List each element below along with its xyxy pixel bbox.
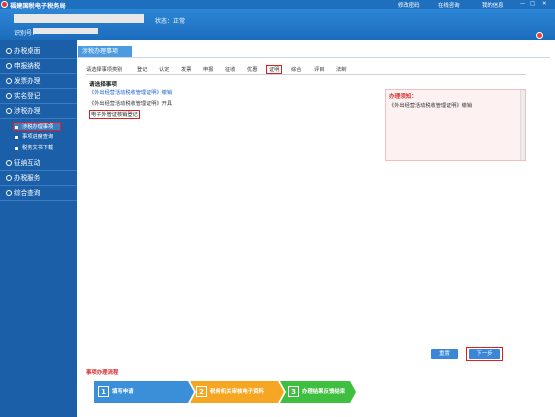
notice-text: 《外出经营活动税收管理证明》缴销 <box>389 103 473 109</box>
change-password-link[interactable]: 修改密码 <box>398 1 420 9</box>
bullet-icon <box>15 136 18 139</box>
tab-preferential[interactable]: 优惠 <box>247 66 257 73</box>
minimize-icon[interactable]: — <box>520 1 525 7</box>
declare-icon <box>6 63 12 69</box>
item-certificate-issue[interactable]: 《外出经营活动税收管理证明》开具 <box>89 100 172 107</box>
tab-divider <box>78 57 550 58</box>
my-info-link[interactable]: 我的信息 <box>482 1 504 9</box>
query-icon <box>6 190 12 196</box>
category-divider <box>86 74 526 75</box>
sidebar-item-interaction[interactable]: 征纳互动 <box>0 156 77 171</box>
maximize-icon[interactable]: □ <box>530 1 535 7</box>
notice-title: 办理须知： <box>389 94 417 100</box>
online-consult-link[interactable]: 在线咨询 <box>438 1 460 9</box>
bullet-icon <box>15 147 18 150</box>
tab-registration[interactable]: 登记 <box>137 66 147 73</box>
flow-step-3: 3 办理结果反馈结束 <box>284 381 345 403</box>
account-status: 状态：正常 <box>155 18 186 25</box>
taxpayer-name-redacted <box>14 14 144 23</box>
realname-icon <box>6 93 12 99</box>
tab-invoice[interactable]: 发票 <box>181 66 191 73</box>
close-icon[interactable]: ✕ <box>542 1 547 7</box>
item-certificate-cancel[interactable]: 《外出经营活动税收管理证明》缴销 <box>89 89 172 96</box>
sidebar-item-declare[interactable]: 申报纳税 <box>0 59 77 74</box>
invoice-icon <box>6 78 12 84</box>
tax-affairs-icon <box>6 108 12 114</box>
top-bar: 福建国税电子税务局 修改密码 在线咨询 我的信息 — □ ✕ <box>0 0 555 10</box>
tax-logo-icon <box>1 1 8 8</box>
user-header: 状态：正常 识别号： <box>0 9 555 40</box>
bullet-icon <box>15 126 18 129</box>
tab-evaluation[interactable]: 评目 <box>314 66 324 73</box>
reset-button[interactable]: 重置 <box>431 349 458 359</box>
sidebar-item-query[interactable]: 综合查询 <box>0 186 77 201</box>
sub-item-tax-matters[interactable]: 涉税办理事项 <box>13 122 61 131</box>
sidebar: 办税桌面 申报纳税 发票办理 实名登记 涉税办理 涉税办理事项 事项进度查询 税… <box>0 40 77 417</box>
flow-step-1: 1 填写申请 <box>94 381 134 403</box>
tab-certificate[interactable]: 证明 <box>266 65 283 74</box>
select-heading: 请选择事项 <box>89 82 117 88</box>
notification-icon[interactable] <box>536 32 543 39</box>
tab-declaration[interactable]: 申报 <box>203 66 213 73</box>
tab-certification[interactable]: 认定 <box>159 66 169 73</box>
flow-step-2: 2 税务机关审核电子资料 <box>192 381 264 403</box>
sub-item-doc-download[interactable]: 税务文书下载 <box>14 144 53 153</box>
tab-tax-matters[interactable]: 涉税办理事项 <box>78 46 132 57</box>
tab-comprehensive[interactable]: 综合 <box>291 66 301 73</box>
home-icon <box>6 48 12 54</box>
sidebar-item-service[interactable]: 办税服务 <box>0 171 77 186</box>
interaction-icon <box>6 160 12 166</box>
service-icon <box>6 175 12 181</box>
tab-legal[interactable]: 法制 <box>336 66 346 73</box>
sidebar-item-realname[interactable]: 实名登记 <box>0 89 77 104</box>
category-label: 请选择事项类别 <box>86 67 123 73</box>
next-button[interactable]: 下一步 <box>469 349 500 359</box>
notice-scrollbar[interactable] <box>520 90 525 160</box>
sidebar-item-tax-affairs[interactable]: 涉税办理 <box>0 104 77 119</box>
flow-title: 事项办理流程 <box>86 370 119 376</box>
notice-panel: 办理须知： 《外出经营活动税收管理证明》缴销 <box>385 89 526 161</box>
sub-item-progress-query[interactable]: 事项进度查询 <box>14 133 53 142</box>
sidebar-item-invoice[interactable]: 发票办理 <box>0 74 77 89</box>
sidebar-item-desktop[interactable]: 办税桌面 <box>0 44 77 59</box>
id-number-redacted <box>33 28 98 34</box>
item-e-certificate-writeoff[interactable]: 电子外管证核销登记 <box>89 110 140 119</box>
tab-collection[interactable]: 征收 <box>225 66 235 73</box>
